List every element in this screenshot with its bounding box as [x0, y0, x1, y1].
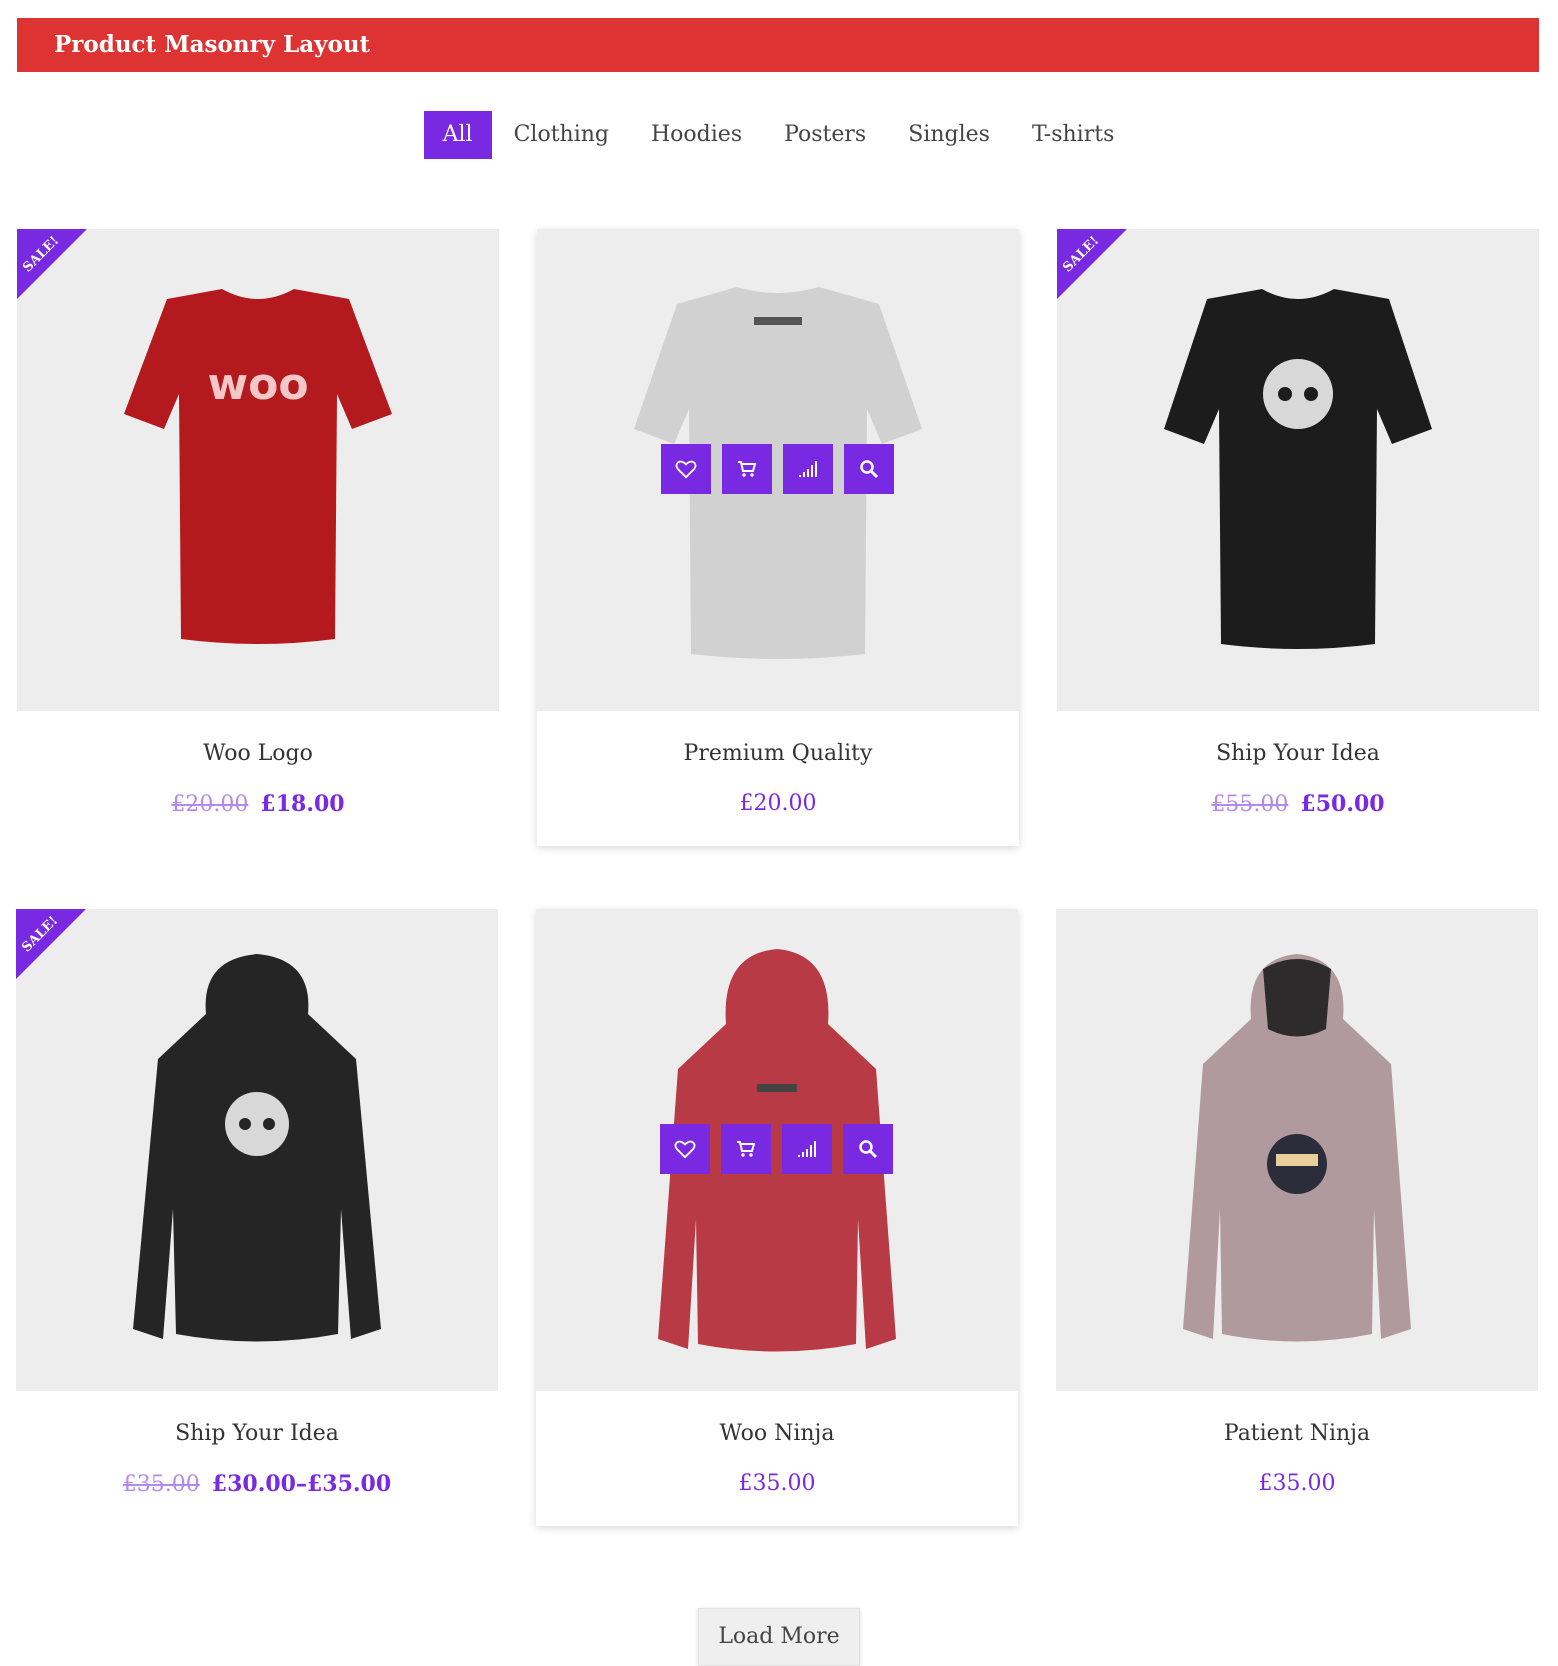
filter-tab-posters[interactable]: Posters: [764, 111, 886, 159]
page-title: Product Masonry Layout: [54, 31, 371, 58]
product-price: £35.00 £30.00–£35.00: [16, 1471, 498, 1497]
product-card[interactable]: SALE! Ship Your Idea £55.00 £50.00: [1057, 229, 1539, 817]
black-hoodie-image: [133, 954, 381, 1342]
quick-view-button[interactable]: [844, 444, 894, 494]
sale-price: £18.00: [260, 791, 345, 817]
filter-bar: All Clothing Hoodies Posters Singles T-s…: [0, 111, 1558, 159]
search-icon: [859, 1140, 878, 1159]
quick-view-button[interactable]: [843, 1124, 893, 1174]
product-actions: [660, 1124, 893, 1174]
filter-tab-clothing[interactable]: Clothing: [494, 111, 629, 159]
product-card[interactable]: Patient Ninja £35.00: [1056, 909, 1538, 1496]
compare-icon: [798, 1141, 816, 1157]
search-icon: [860, 460, 879, 479]
svg-text:woo: woo: [207, 359, 308, 410]
add-to-cart-button[interactable]: [721, 1124, 771, 1174]
compare-icon: [799, 461, 817, 477]
heart-icon: [674, 1140, 696, 1159]
sale-price: £30.00–£35.00: [211, 1471, 392, 1497]
cart-icon: [738, 461, 757, 477]
product-title[interactable]: Premium Quality: [537, 741, 1019, 766]
old-price: £55.00: [1211, 792, 1289, 817]
product-title[interactable]: Woo Ninja: [536, 1421, 1018, 1446]
product-title[interactable]: Ship Your Idea: [16, 1421, 498, 1446]
product-card[interactable]: Premium Quality £20.00: [537, 229, 1019, 846]
product-card[interactable]: SALE! Ship Your Idea £35.00 £30.00–£35.00: [16, 909, 498, 1497]
product-card[interactable]: Woo Ninja £35.00: [536, 909, 1018, 1526]
product-image[interactable]: [537, 229, 1019, 711]
product-title[interactable]: Patient Ninja: [1056, 1421, 1538, 1446]
product-image[interactable]: SALE!: [1057, 229, 1539, 711]
product-image[interactable]: [1056, 909, 1538, 1391]
filter-tab-all[interactable]: All: [423, 111, 492, 159]
wishlist-button[interactable]: [661, 444, 711, 494]
filter-tab-hoodies[interactable]: Hoodies: [631, 111, 762, 159]
product-price: £35.00: [536, 1471, 1018, 1496]
heart-icon: [675, 460, 697, 479]
load-more-button[interactable]: Load More: [698, 1608, 860, 1666]
regular-price: £35.00: [1258, 1471, 1336, 1496]
product-image[interactable]: [536, 909, 1018, 1391]
add-to-cart-button[interactable]: [722, 444, 772, 494]
compare-button[interactable]: [782, 1124, 832, 1174]
product-price: £20.00: [537, 791, 1019, 816]
product-image[interactable]: woo SALE!: [17, 229, 499, 711]
product-price: £55.00 £50.00: [1057, 791, 1539, 817]
product-price: £20.00 £18.00: [17, 791, 499, 817]
product-card[interactable]: woo SALE! Woo Logo £20.00 £18.00: [17, 229, 499, 817]
header-bar: Product Masonry Layout: [17, 18, 1539, 72]
filter-tab-singles[interactable]: Singles: [888, 111, 1010, 159]
red-tshirt-image: woo: [124, 289, 392, 644]
product-title[interactable]: Woo Logo: [17, 741, 499, 766]
regular-price: £20.00: [739, 791, 817, 816]
pink-hoodie-image: [1183, 954, 1411, 1342]
cart-icon: [737, 1141, 756, 1157]
regular-price: £35.00: [738, 1471, 816, 1496]
sale-price: £50.00: [1300, 791, 1385, 817]
filter-tab-tshirts[interactable]: T-shirts: [1012, 111, 1134, 159]
black-tshirt-image: [1164, 289, 1432, 649]
old-price: £20.00: [171, 792, 249, 817]
product-price: £35.00: [1056, 1471, 1538, 1496]
product-title[interactable]: Ship Your Idea: [1057, 741, 1539, 766]
old-price: £35.00: [122, 1472, 200, 1497]
compare-button[interactable]: [783, 444, 833, 494]
product-actions: [661, 444, 894, 494]
product-image[interactable]: SALE!: [16, 909, 498, 1391]
wishlist-button[interactable]: [660, 1124, 710, 1174]
